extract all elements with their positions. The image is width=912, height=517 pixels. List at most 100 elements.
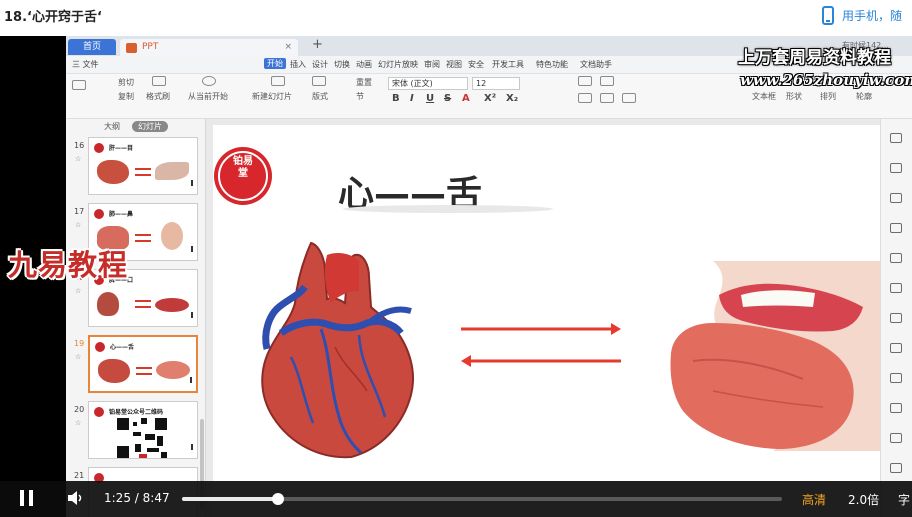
progress-fill: [182, 497, 278, 501]
menu-features[interactable]: 特色功能: [536, 59, 568, 70]
open-on-phone-link[interactable]: 用手机，随: [822, 4, 902, 26]
transition-icon[interactable]: [890, 193, 902, 203]
menu-devtools[interactable]: 开发工具: [492, 59, 524, 70]
menu-transition[interactable]: 切换: [334, 59, 350, 70]
ppt-file-icon: [126, 43, 137, 53]
page-title: 18.‘心开窍于舌‘: [4, 10, 102, 25]
eye-image: [155, 162, 189, 180]
cloud-icon[interactable]: [890, 253, 902, 263]
progress-handle[interactable]: [272, 493, 284, 505]
font-size-select[interactable]: 12: [472, 77, 520, 90]
menu-start[interactable]: 开始: [264, 58, 286, 69]
align-center-icon[interactable]: [578, 93, 592, 103]
add-tab-icon[interactable]: +: [312, 37, 323, 52]
menu-security[interactable]: 安全: [468, 59, 484, 70]
subtitle-button[interactable]: 字: [898, 491, 910, 508]
list-icon[interactable]: [600, 76, 614, 86]
seal-logo-icon: [94, 143, 104, 153]
strikethrough-button[interactable]: S: [444, 93, 451, 104]
player-controls: 1:25 / 8:47 高清 2.0倍 字: [0, 481, 912, 517]
menu-slideshow[interactable]: 幻灯片放映: [378, 59, 418, 70]
design-icon[interactable]: [890, 223, 902, 233]
layout-icon[interactable]: [312, 76, 326, 86]
time-separator: /: [134, 491, 143, 505]
superscript-button[interactable]: X²: [484, 93, 496, 104]
slide-number: 19: [74, 339, 85, 348]
align-left-icon[interactable]: [578, 76, 592, 86]
nose-image: [161, 222, 183, 250]
share-icon[interactable]: [890, 403, 902, 413]
watermark-left: 九易教程: [8, 248, 129, 282]
copy-button[interactable]: 复制: [118, 91, 134, 102]
slide-thumbnail-title: 肝——目: [109, 145, 134, 152]
wps-home-tab[interactable]: 首页: [68, 39, 116, 55]
format-painter-button[interactable]: 格式刷: [146, 91, 170, 102]
menu-review[interactable]: 审阅: [424, 59, 440, 70]
phone-icon: [822, 5, 834, 25]
tab-outline[interactable]: 大纲: [104, 121, 120, 132]
slide-thumbnail-panel: 大纲 幻灯片 16 ☆ 肝——目 17 ☆ 肺——鼻 18 ☆ 脾——口 19 …: [66, 119, 206, 517]
duration: 8:47: [142, 491, 170, 505]
close-icon[interactable]: ×: [284, 39, 292, 56]
table-icon[interactable]: [890, 283, 902, 293]
textbox-button[interactable]: 文本框: [752, 91, 776, 102]
slide-thumbnail-title: 肺——鼻: [109, 211, 134, 218]
heart-image: [98, 359, 130, 383]
qr-code-image: [117, 418, 167, 458]
underline-button[interactable]: U: [426, 93, 434, 104]
play-slide-icon[interactable]: [202, 76, 216, 86]
menu-doc-assistant[interactable]: 文档助手: [580, 59, 612, 70]
menu-insert[interactable]: 插入: [290, 59, 306, 70]
format-painter-icon[interactable]: [152, 76, 166, 86]
wps-file-tab[interactable]: PPT ×: [120, 39, 298, 56]
tab-slides[interactable]: 幻灯片: [132, 121, 168, 132]
video-player[interactable]: 首页 PPT × + 有时候142... 三 文件 开始 插入 设计 切换 动画…: [0, 36, 912, 517]
progress-bar[interactable]: [182, 493, 782, 505]
slide-thumbnail-20[interactable]: 20 ☆ 铂易堂公众号二维码: [66, 401, 205, 463]
arrange-button[interactable]: 排列: [820, 91, 836, 102]
pause-button[interactable]: [20, 490, 34, 506]
star-icon[interactable]: [890, 433, 902, 443]
new-slide-icon[interactable]: [271, 76, 285, 86]
property-icon[interactable]: [890, 133, 902, 143]
page-root: 18.‘心开窍于舌‘ 用手机，随 首页 PPT × + 有时候142... 三 …: [0, 0, 912, 517]
history-icon[interactable]: [890, 463, 902, 473]
volume-icon[interactable]: [66, 489, 84, 507]
font-color-button[interactable]: A: [462, 93, 470, 104]
layout-button[interactable]: 版式: [312, 91, 328, 102]
arrow-icon: [136, 373, 152, 375]
photo-icon[interactable]: [890, 373, 902, 383]
reset-button[interactable]: 重置: [356, 77, 372, 88]
menu-design[interactable]: 设计: [312, 59, 328, 70]
shapes-button[interactable]: 形状: [786, 91, 802, 102]
subscript-button[interactable]: X₂: [506, 93, 518, 104]
slide-thumbnail-title: 铂易堂公众号二维码: [109, 409, 164, 416]
chart-icon[interactable]: [890, 343, 902, 353]
justify-icon[interactable]: [622, 93, 636, 103]
italic-button[interactable]: I: [410, 93, 414, 104]
current-slide[interactable]: 铂易堂 心——舌: [213, 125, 880, 517]
cut-button[interactable]: 剪切: [118, 77, 134, 88]
outline-button[interactable]: 轮廓: [856, 91, 872, 102]
paste-icon[interactable]: [72, 80, 86, 90]
speed-button[interactable]: 2.0倍: [848, 491, 879, 508]
slide-number: 21: [74, 471, 85, 480]
grid-icon[interactable]: [890, 313, 902, 323]
font-select[interactable]: 宋体 (正文): [388, 77, 468, 90]
slide-thumbnail-16[interactable]: 16 ☆ 肝——目: [66, 137, 205, 199]
play-from-current-button[interactable]: 从当前开始: [188, 91, 228, 102]
new-slide-button[interactable]: 新建幻灯片: [252, 91, 292, 102]
menu-view[interactable]: 视图: [446, 59, 462, 70]
slide-thumbnail-19[interactable]: 19 ☆ 心——舌: [66, 335, 205, 397]
video-frame[interactable]: 首页 PPT × + 有时候142... 三 文件 开始 插入 设计 切换 动画…: [66, 36, 912, 517]
menu-file[interactable]: 三 文件: [72, 59, 99, 70]
more-icon: [191, 180, 193, 186]
seal-text: 铂易堂: [233, 156, 253, 179]
panel-tabs: 大纲 幻灯片: [66, 119, 205, 135]
section-button[interactable]: 节: [356, 91, 364, 102]
bold-button[interactable]: B: [392, 93, 400, 104]
animation-icon[interactable]: [890, 163, 902, 173]
menu-animation[interactable]: 动画: [356, 59, 372, 70]
align-right-icon[interactable]: [600, 93, 614, 103]
quality-button[interactable]: 高清: [802, 491, 826, 508]
